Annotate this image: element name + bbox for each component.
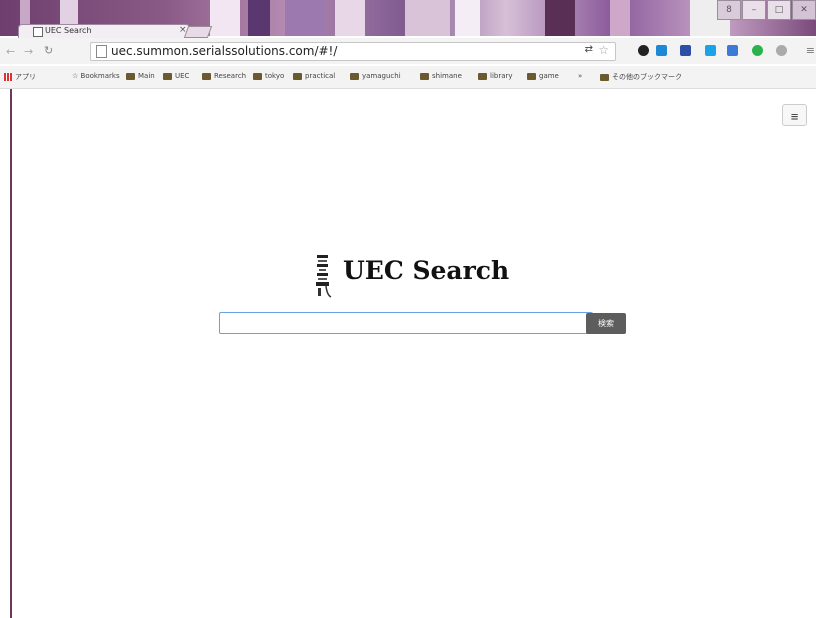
bookmarks-overflow[interactable]: » [578, 72, 582, 80]
theme-stripe [405, 0, 450, 36]
folder-icon [202, 72, 211, 80]
url-text[interactable]: uec.summon.serialssolutions.com/#!/ [111, 44, 337, 58]
extension-icon[interactable] [656, 45, 667, 56]
bookmark-label: game [539, 72, 559, 80]
bookmark-label: library [490, 72, 513, 80]
uec-logo-icon [316, 255, 332, 298]
bookmark-item[interactable]: library [478, 72, 513, 80]
folder-icon [420, 72, 429, 80]
folder-icon [350, 72, 359, 80]
hamburger-menu-button[interactable]: ≡ [782, 104, 807, 126]
folder-icon [293, 72, 302, 80]
bookmark-label: Research [214, 72, 247, 80]
bookmark-label: Main [138, 72, 155, 80]
theme-stripe [610, 0, 630, 36]
page-title: UEC Search [343, 256, 510, 285]
theme-stripe [545, 0, 575, 36]
new-tab-button[interactable] [183, 26, 213, 38]
extension-icon[interactable] [638, 45, 649, 56]
forward-icon[interactable]: → [24, 45, 33, 58]
bookmark-item[interactable]: Main [126, 72, 155, 80]
other-bookmarks[interactable]: その他のブックマーク [600, 72, 682, 82]
bookmark-label: tokyo [265, 72, 285, 80]
bookmark-label: practical [305, 72, 336, 80]
page-icon [96, 45, 107, 58]
bookmark-label: その他のブックマーク [612, 73, 682, 81]
bookmark-item[interactable]: shimane [420, 72, 462, 80]
bookmark-label: shimane [432, 72, 462, 80]
theme-stripe [210, 0, 240, 36]
window-controls: 8 – □ ✕ [716, 0, 816, 20]
folder-icon [527, 72, 536, 80]
page-content [10, 89, 816, 618]
bookmarks-bar: アプリ ☆ Bookmarks Main UEC Research tokyo … [0, 66, 816, 89]
translate-icon[interactable]: ⇄ [585, 44, 593, 55]
bookmark-item[interactable]: UEC [163, 72, 189, 80]
profile-button[interactable]: 8 [717, 0, 741, 20]
folder-icon [163, 72, 172, 80]
search-input[interactable] [219, 312, 593, 334]
browser-tab[interactable]: UEC Search × [18, 24, 190, 39]
reload-icon[interactable]: ↻ [44, 44, 53, 57]
bookmark-item[interactable]: game [527, 72, 559, 80]
theme-stripe [248, 0, 270, 36]
folder-icon [478, 72, 487, 80]
apps-icon [4, 73, 12, 81]
back-icon[interactable]: ← [6, 45, 15, 58]
folder-icon [253, 72, 262, 80]
address-bar[interactable]: uec.summon.serialssolutions.com/#!/ ⇄ ☆ [90, 42, 616, 61]
folder-icon [600, 73, 609, 81]
star-icon[interactable]: ☆ [598, 43, 609, 57]
close-button[interactable]: ✕ [792, 0, 816, 20]
theme-stripe [285, 0, 325, 36]
bookmark-item[interactable]: yamaguchi [350, 72, 401, 80]
tab-title: UEC Search [45, 26, 92, 35]
extension-icon[interactable] [705, 45, 716, 56]
extension-icon[interactable] [776, 45, 787, 56]
page-favicon-icon [33, 27, 43, 37]
extension-icon[interactable] [727, 45, 738, 56]
extension-icon[interactable] [680, 45, 691, 56]
minimize-button[interactable]: – [742, 0, 766, 20]
bookmark-item[interactable]: tokyo [253, 72, 284, 80]
bookmark-item[interactable]: practical [293, 72, 335, 80]
bookmark-item[interactable]: ☆ Bookmarks [72, 72, 120, 80]
bookmark-label: アプリ [15, 73, 36, 81]
bookmark-label: Bookmarks [80, 72, 120, 80]
folder-icon [126, 72, 135, 80]
search-button[interactable]: 検索 [586, 313, 626, 334]
bookmark-apps[interactable]: アプリ [4, 72, 36, 82]
browser-menu-icon[interactable]: ≡ [806, 44, 815, 57]
bookmark-label: UEC [175, 72, 190, 80]
theme-stripe [455, 0, 480, 36]
extension-icon[interactable] [752, 45, 763, 56]
maximize-button[interactable]: □ [767, 0, 791, 20]
bookmark-label: yamaguchi [362, 72, 401, 80]
theme-stripe [335, 0, 365, 36]
bookmark-item[interactable]: Research [202, 72, 246, 80]
